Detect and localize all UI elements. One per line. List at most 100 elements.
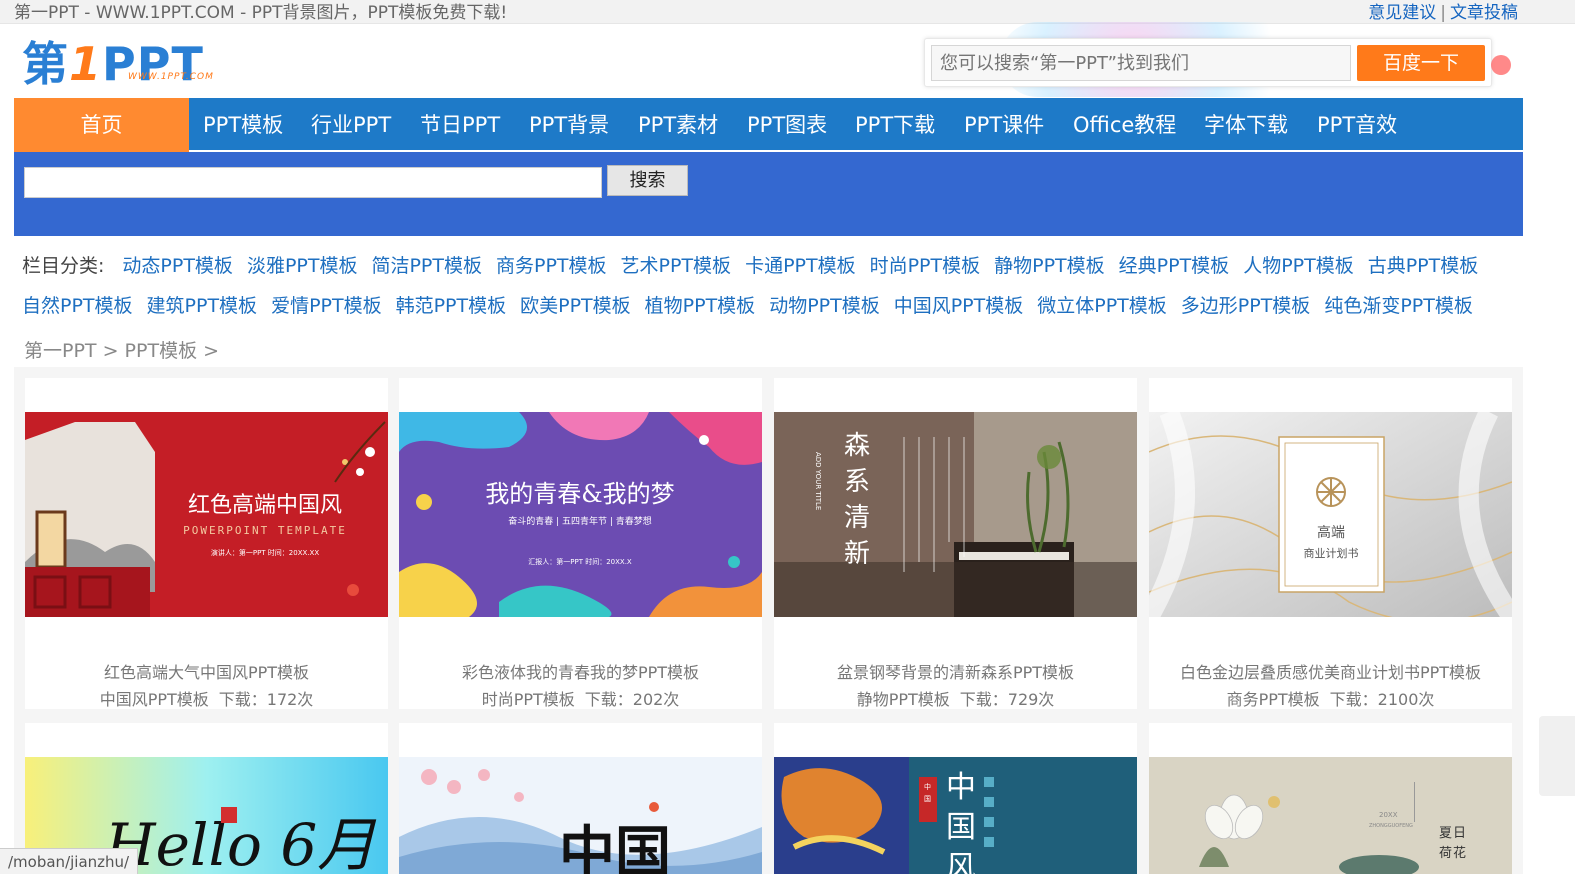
- category-link[interactable]: 动物PPT模板: [769, 295, 880, 317]
- template-card[interactable]: 我的青春&我的梦 奋斗的青春 | 五四青年节 | 青春梦想 汇报人：第一PPT …: [399, 378, 762, 709]
- nav-item-materials[interactable]: PPT素材: [638, 98, 718, 152]
- nav-item-courseware[interactable]: PPT课件: [964, 98, 1044, 152]
- category-link[interactable]: 自然PPT模板: [22, 295, 133, 317]
- nav-item-office-tutorial[interactable]: Office教程: [1073, 98, 1176, 152]
- category-row-2: 自然PPT模板 建筑PPT模板 爱情PPT模板 韩范PPT模板 欧美PPT模板 植物PPT…: [22, 291, 1487, 318]
- template-title[interactable]: 白色金边层叠质感优美商业计划书PPT模板: [1149, 659, 1512, 683]
- category-link[interactable]: 韩范PPT模板: [396, 295, 507, 317]
- category-link[interactable]: 爱情PPT模板: [271, 295, 382, 317]
- site-title: 第一PPT - WWW.1PPT.COM - PPT背景图片，PPT模板免费下载…: [14, 3, 508, 23]
- nav-item-industry[interactable]: 行业PPT: [311, 98, 391, 152]
- link-separator: |: [1440, 3, 1446, 23]
- band-search-button[interactable]: 搜索: [607, 165, 688, 196]
- category-link[interactable]: 静物PPT模板: [994, 255, 1105, 277]
- nav-item-download[interactable]: PPT下载: [855, 98, 935, 152]
- breadcrumb-home[interactable]: 第一PPT: [24, 340, 97, 362]
- template-title[interactable]: 盆景钢琴背景的清新森系PPT模板: [774, 659, 1137, 683]
- baidu-search-button[interactable]: 百度一下: [1357, 45, 1485, 81]
- nav-item-backgrounds[interactable]: PPT背景: [529, 98, 609, 152]
- category-link[interactable]: 动态PPT模板: [122, 255, 233, 277]
- header-search-input[interactable]: [931, 45, 1351, 81]
- category-label: 栏目分类:: [22, 255, 105, 277]
- category-link[interactable]: 植物PPT模板: [645, 295, 756, 317]
- template-category[interactable]: 静物PPT模板: [857, 690, 950, 709]
- logo-text-b: PPT: [102, 37, 204, 91]
- template-category[interactable]: 商务PPT模板: [1227, 690, 1320, 709]
- category-link[interactable]: 艺术PPT模板: [621, 255, 732, 277]
- template-thumbnail[interactable]: 高端 商业计划书: [1149, 412, 1512, 617]
- template-card[interactable]: 中国: [399, 723, 762, 874]
- template-title[interactable]: 红色高端大气中国风PPT模板: [25, 659, 388, 683]
- template-thumbnail[interactable]: 森 系 清 新 ADD YOUR TITLE: [774, 412, 1137, 617]
- category-link[interactable]: 卡通PPT模板: [745, 255, 856, 277]
- breadcrumb-separator: >: [203, 340, 220, 362]
- category-link[interactable]: 人物PPT模板: [1243, 255, 1354, 277]
- template-category[interactable]: 时尚PPT模板: [482, 690, 575, 709]
- category-link[interactable]: 建筑PPT模板: [147, 295, 258, 317]
- template-thumbnail[interactable]: 中 国 中 国 风: [774, 757, 1137, 874]
- submit-article-link[interactable]: 文章投稿: [1450, 3, 1518, 23]
- category-link[interactable]: 中国风PPT模板: [894, 295, 1024, 317]
- category-link[interactable]: 简洁PPT模板: [371, 255, 482, 277]
- template-thumbnail[interactable]: 我的青春&我的梦 奋斗的青春 | 五四青年节 | 青春梦想 汇报人：第一PPT …: [399, 412, 762, 617]
- thumbnail-art: 森 系 清 新 ADD YOUR TITLE: [774, 412, 1137, 617]
- logo-url: WWW.1PPT.COM: [128, 72, 214, 82]
- template-card[interactable]: 中 国 中 国 风: [774, 723, 1137, 874]
- category-link[interactable]: 古典PPT模板: [1368, 255, 1479, 277]
- side-scroll-tab[interactable]: [1539, 716, 1575, 796]
- thumb-side-text-char: 中: [924, 782, 931, 791]
- nav-item-sound[interactable]: PPT音效: [1317, 98, 1397, 152]
- download-count: 下载：202次: [584, 690, 680, 709]
- thumb-heading: 高端: [1317, 524, 1345, 541]
- thumb-heading-char: 花: [1453, 845, 1466, 861]
- logo-text-a: 第: [22, 37, 69, 91]
- logo[interactable]: 第1PPT WWW.1PPT.COM: [22, 34, 247, 91]
- thumb-side-text-char: 国: [924, 795, 931, 803]
- category-link[interactable]: 欧美PPT模板: [520, 295, 631, 317]
- thumb-subheading: 商业计划书: [1304, 546, 1359, 560]
- thumb-heading-char: 森: [844, 431, 870, 461]
- nav-item-home[interactable]: 首页: [14, 98, 189, 152]
- thumb-meta: 演讲人：第一PPT 时间：20XX.XX: [211, 548, 319, 557]
- category-link[interactable]: 淡雅PPT模板: [247, 255, 358, 277]
- thumbnail-art: 中 国 中 国 风: [774, 757, 1137, 874]
- template-meta: 商务PPT模板 下载：2100次: [1149, 686, 1512, 710]
- thumb-subheading: POWERPOINT TEMPLATE: [183, 524, 347, 537]
- thumb-heading-char: 中: [946, 770, 976, 805]
- template-thumbnail[interactable]: 中国: [399, 757, 762, 874]
- template-card[interactable]: 森 系 清 新 ADD YOUR TITLE 盆景钢琴背景的清新森系PPT模板 …: [774, 378, 1137, 709]
- logo-text-one: 1: [69, 37, 103, 91]
- thumb-heading-char: 日: [1453, 826, 1466, 841]
- breadcrumb-section[interactable]: PPT模板: [125, 340, 198, 362]
- template-meta: 时尚PPT模板 下载：202次: [399, 686, 762, 710]
- feedback-link[interactable]: 意见建议: [1368, 3, 1436, 23]
- category-link[interactable]: 时尚PPT模板: [870, 255, 981, 277]
- breadcrumb-separator: >: [102, 340, 119, 362]
- template-thumbnail[interactable]: 红色高端中国风 POWERPOINT TEMPLATE 演讲人：第一PPT 时间…: [25, 412, 388, 617]
- band-search-input[interactable]: [24, 167, 602, 198]
- template-thumbnail[interactable]: 20XX ZHONGGUOFENG 夏 日 荷 花: [1149, 757, 1512, 874]
- thumb-heading: 中国: [559, 820, 671, 874]
- header-search: 百度一下: [924, 38, 1492, 87]
- template-category[interactable]: 中国风PPT模板: [100, 690, 209, 709]
- thumb-heading-char: 国: [946, 810, 976, 845]
- nav-item-holiday[interactable]: 节日PPT: [420, 98, 500, 152]
- category-link[interactable]: 经典PPT模板: [1119, 255, 1230, 277]
- main-nav: 首页 PPT模板 行业PPT 节日PPT PPT背景 PPT素材 PPT图表 P…: [14, 98, 1523, 152]
- thumb-heading: Hello 6月: [104, 811, 377, 874]
- template-title[interactable]: 彩色液体我的青春我的梦PPT模板: [399, 659, 762, 683]
- category-link[interactable]: 商务PPT模板: [496, 255, 607, 277]
- nav-item-ppt-templates[interactable]: PPT模板: [203, 98, 283, 152]
- thumb-year: 20XX: [1379, 811, 1398, 819]
- thumb-meta: 汇报人：第一PPT 时间：20XX.X: [528, 557, 632, 566]
- template-card[interactable]: 高端 商业计划书 白色金边层叠质感优美商业计划书PPT模板 商务PPT模板 下载：…: [1149, 378, 1512, 709]
- template-card[interactable]: 20XX ZHONGGUOFENG 夏 日 荷 花: [1149, 723, 1512, 874]
- category-link[interactable]: 微立体PPT模板: [1037, 295, 1167, 317]
- nav-item-charts[interactable]: PPT图表: [747, 98, 827, 152]
- nav-item-fonts[interactable]: 字体下载: [1204, 98, 1288, 152]
- thumbnail-art: 红色高端中国风 POWERPOINT TEMPLATE 演讲人：第一PPT 时间…: [25, 412, 388, 617]
- template-card[interactable]: 红色高端中国风 POWERPOINT TEMPLATE 演讲人：第一PPT 时间…: [25, 378, 388, 709]
- category-link[interactable]: 多边形PPT模板: [1181, 295, 1311, 317]
- category-link[interactable]: 纯色渐变PPT模板: [1324, 295, 1473, 317]
- thumb-subheading: ADD YOUR TITLE: [814, 452, 822, 510]
